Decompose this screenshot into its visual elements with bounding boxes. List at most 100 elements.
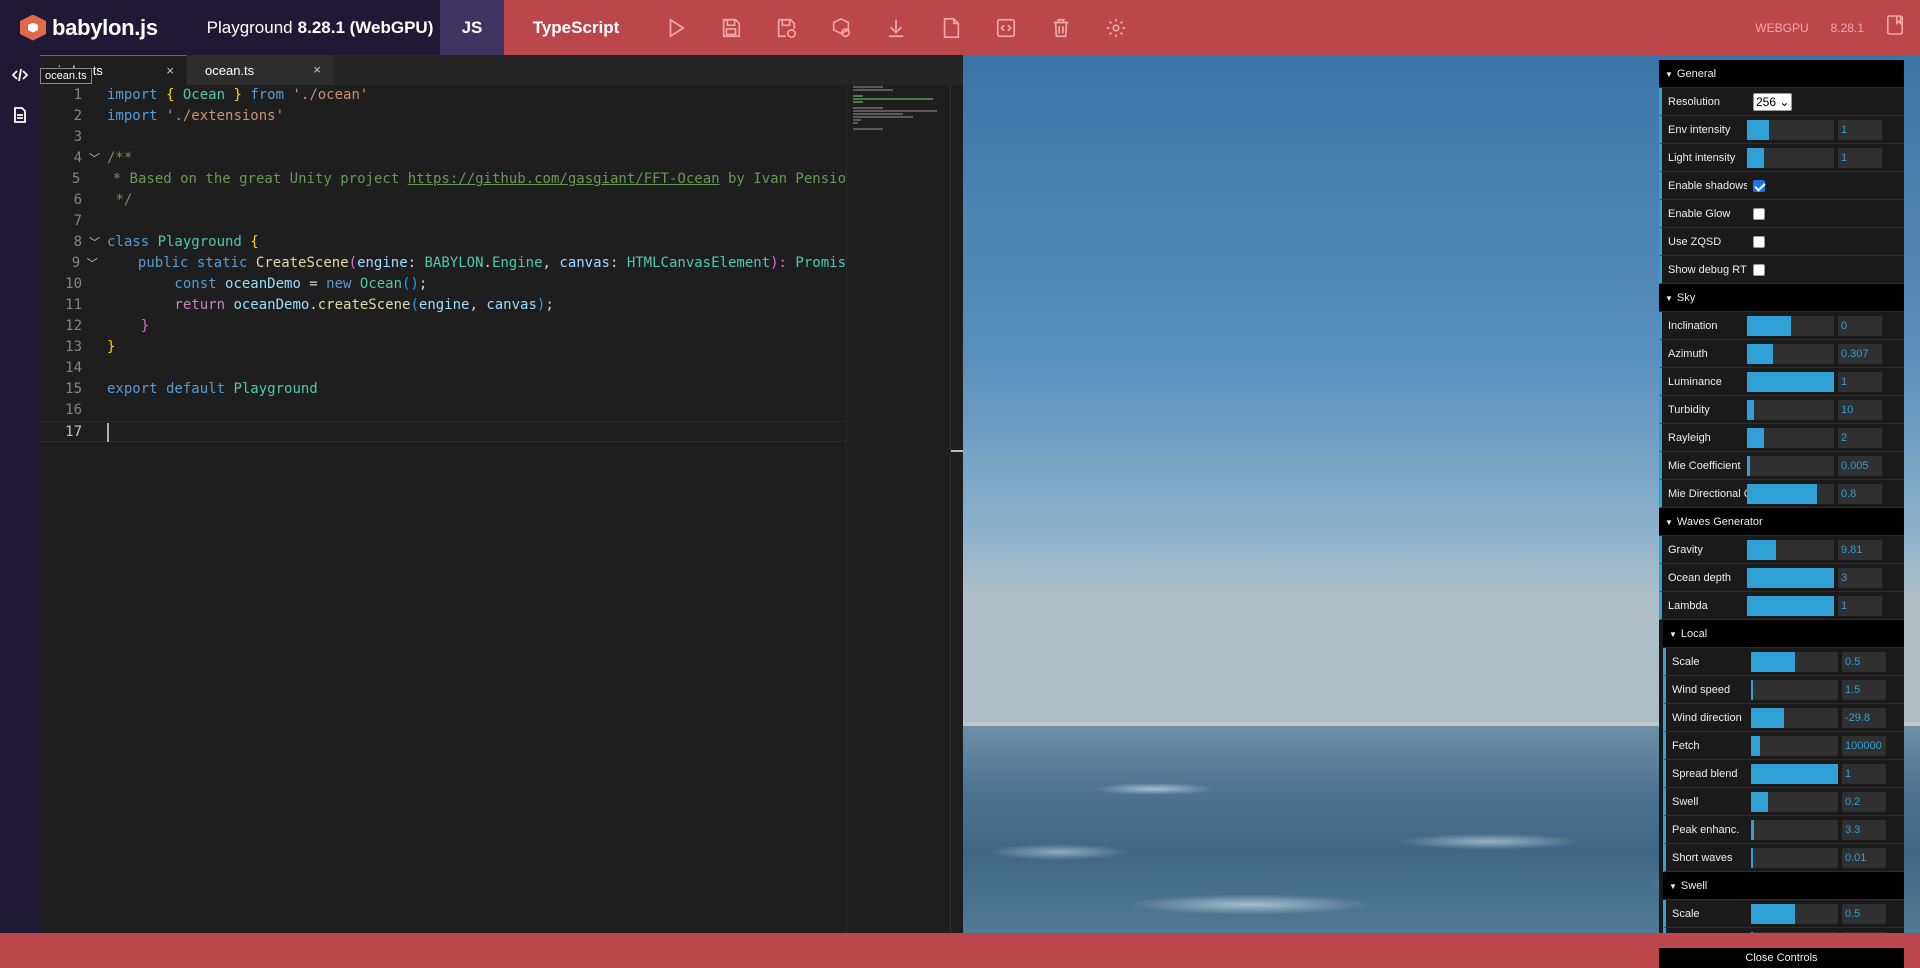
download-button[interactable] xyxy=(868,0,923,55)
format-button[interactable] xyxy=(978,0,1033,55)
slider[interactable] xyxy=(1751,763,1838,784)
settings-button[interactable] xyxy=(1088,0,1143,55)
number-input[interactable]: -29.8 xyxy=(1842,707,1886,728)
slider[interactable] xyxy=(1751,735,1838,756)
code-area[interactable]: 1 import { Ocean } from './ocean' 2 import… xyxy=(40,85,846,933)
slider[interactable] xyxy=(1747,371,1834,392)
fold-chevron-icon[interactable]: ﹀ xyxy=(82,232,107,253)
engine-info: WEBGPU 8.28.1 xyxy=(1755,0,1920,55)
new-button[interactable] xyxy=(923,0,978,55)
number-input[interactable]: 0.5 xyxy=(1842,903,1886,924)
control-label: Peak enhanc. xyxy=(1672,823,1740,836)
language-js-button[interactable]: JS xyxy=(440,0,504,55)
number-input[interactable]: 0.2 xyxy=(1842,791,1886,812)
folder-sky[interactable]: ▼ Sky xyxy=(1659,284,1904,312)
resolution-select[interactable]: 256 ⌄ xyxy=(1753,92,1793,111)
slider[interactable] xyxy=(1747,315,1834,336)
control-label: Lambda xyxy=(1668,599,1708,612)
slider[interactable] xyxy=(1751,791,1838,812)
slider[interactable] xyxy=(1747,539,1834,560)
slider[interactable] xyxy=(1747,427,1834,448)
tab-ocean-ts[interactable]: ocean.ts × xyxy=(187,55,334,85)
slider[interactable] xyxy=(1751,819,1838,840)
slider[interactable] xyxy=(1751,651,1838,672)
minimap[interactable] xyxy=(846,85,950,933)
close-controls-button[interactable]: Close Controls xyxy=(1659,948,1904,968)
slider-fill xyxy=(1751,679,1753,700)
number-input[interactable]: 0.005 xyxy=(1838,455,1882,476)
slider[interactable] xyxy=(1751,847,1838,868)
slider[interactable] xyxy=(1747,483,1834,504)
slider[interactable] xyxy=(1747,147,1834,168)
number-input[interactable]: 3.3 xyxy=(1842,819,1886,840)
slider-fill xyxy=(1747,315,1791,336)
number-input[interactable]: 2 xyxy=(1838,427,1882,448)
save-as-button[interactable] xyxy=(758,0,813,55)
number-input[interactable]: 1.5 xyxy=(1842,679,1886,700)
code-link[interactable]: https://github.com/gasgiant/FFT-Ocean xyxy=(408,171,720,187)
number-input[interactable]: 1 xyxy=(1838,147,1882,168)
fold-chevron-icon[interactable]: ﹀ xyxy=(82,148,107,169)
number-input[interactable]: 0.5 xyxy=(1842,651,1886,672)
logo[interactable]: babylon.js xyxy=(0,0,200,55)
code-line: 12 } xyxy=(65,318,150,334)
code-editor[interactable]: index.ts × ocean.ts × 1import { Ocean } … xyxy=(40,55,964,933)
slider[interactable] xyxy=(1747,455,1834,476)
snippet-settings-button[interactable] xyxy=(813,0,868,55)
number-input[interactable]: 0.8 xyxy=(1838,483,1882,504)
slider[interactable] xyxy=(1751,903,1838,924)
number-input[interactable]: 1 xyxy=(1838,371,1882,392)
folder-general[interactable]: ▼ General xyxy=(1659,60,1904,88)
folder-local[interactable]: ▼ Local xyxy=(1663,620,1904,648)
slider[interactable] xyxy=(1747,343,1834,364)
slider[interactable] xyxy=(1751,707,1838,728)
folder-swell[interactable]: ▼ Swell xyxy=(1663,872,1904,900)
slider[interactable] xyxy=(1747,399,1834,420)
control-row: Lambda 1 xyxy=(1659,592,1904,620)
slider[interactable] xyxy=(1747,119,1834,140)
close-icon[interactable]: × xyxy=(313,62,321,77)
examples-button[interactable] xyxy=(1886,15,1904,40)
number-input[interactable]: 1 xyxy=(1838,119,1882,140)
number-input[interactable]: 10 xyxy=(1838,399,1882,420)
engine-label[interactable]: WEBGPU xyxy=(1755,21,1808,35)
number-input[interactable]: 3 xyxy=(1838,567,1882,588)
control-light-intensity: Light intensity 1 xyxy=(1659,144,1904,172)
waves-controls: Gravity 9.81 Ocean depth 3 Lambda 1 xyxy=(1659,536,1904,620)
number-input[interactable]: 0.01 xyxy=(1842,847,1886,868)
slider[interactable] xyxy=(1751,679,1838,700)
number-input[interactable]: 9.81 xyxy=(1838,539,1882,560)
checkbox[interactable] xyxy=(1753,207,1765,220)
number-input[interactable]: 1 xyxy=(1842,763,1886,784)
slider-fill xyxy=(1747,595,1834,616)
fold-chevron-icon[interactable]: ﹀ xyxy=(80,253,104,274)
control-label: Mie Directional G xyxy=(1668,487,1747,500)
clear-icon xyxy=(1053,18,1068,37)
engine-version[interactable]: 8.28.1 xyxy=(1831,21,1864,35)
clear-button[interactable] xyxy=(1033,0,1088,55)
number-input[interactable]: 0 xyxy=(1838,315,1882,336)
checkbox[interactable] xyxy=(1753,179,1765,192)
run-button[interactable] xyxy=(648,0,703,55)
slider[interactable] xyxy=(1747,567,1834,588)
save-button[interactable] xyxy=(703,0,758,55)
language-typescript-button[interactable]: TypeScript xyxy=(504,0,648,55)
checkbox[interactable] xyxy=(1753,235,1765,248)
close-icon[interactable]: × xyxy=(166,63,174,78)
code-line: 5 * Based on the great Unity project htt… xyxy=(71,171,846,187)
control-row: Luminance 1 xyxy=(1659,368,1904,396)
triangle-down-icon: ▼ xyxy=(1665,294,1673,303)
checkbox[interactable] xyxy=(1753,263,1765,276)
editor-scrollbar[interactable] xyxy=(950,85,964,933)
files-button[interactable] xyxy=(0,95,40,135)
control-row: Scale 0.5 xyxy=(1663,900,1904,928)
control-label: Turbidity xyxy=(1668,403,1710,416)
slider[interactable] xyxy=(1747,595,1834,616)
number-input[interactable]: 0.307 xyxy=(1838,343,1882,364)
sky-controls: Inclination 0 Azimuth 0.307 Luminance 1 Turbid… xyxy=(1659,312,1904,508)
code-view-button[interactable] xyxy=(0,55,40,95)
slider-fill xyxy=(1751,651,1795,672)
folder-waves-generator[interactable]: ▼ Waves Generator xyxy=(1659,508,1904,536)
number-input[interactable]: 100000 xyxy=(1842,735,1886,756)
number-input[interactable]: 1 xyxy=(1838,595,1882,616)
